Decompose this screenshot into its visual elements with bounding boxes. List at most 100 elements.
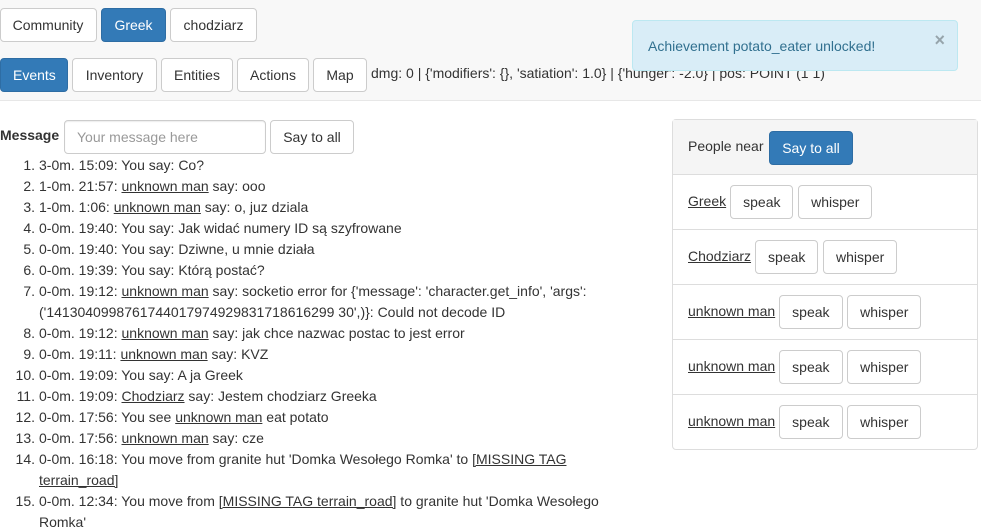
say-to-all-button[interactable]: Say to all [270, 120, 354, 154]
event-text: 0-0m. 16:18: You move from granite hut '… [39, 451, 473, 467]
event-number: 3. [23, 199, 35, 215]
whisper-button[interactable]: whisper [847, 405, 922, 439]
character-link[interactable]: unknown man [175, 409, 262, 425]
event-text: say: cze [208, 430, 264, 446]
whisper-button[interactable]: whisper [847, 350, 922, 384]
person-name-link[interactable]: unknown man [688, 413, 775, 429]
community-button[interactable]: Community [0, 8, 97, 42]
event-text: 1-0m. 1:06: [39, 199, 114, 215]
speak-button[interactable]: speak [755, 240, 819, 274]
achievement-alert: Achievement potato_eater unlocked! × [632, 20, 958, 71]
event-item: 6. 0-0m. 19:39: You say: Którą postać? [0, 260, 640, 281]
person-row: unknown man speak whisper [673, 285, 977, 340]
whisper-button[interactable]: whisper [823, 240, 898, 274]
event-text: ('1413040998761744017974929831718616299 … [39, 304, 506, 320]
character-link[interactable]: [MISSING TAG [472, 451, 566, 467]
people-list: Greek speak whisper Chodziarz speak whisper un… [673, 175, 977, 450]
event-text: say: socketio error for {'message': 'cha… [208, 283, 587, 299]
character-link[interactable]: unknown man [122, 325, 209, 341]
event-number: 11. [16, 388, 35, 404]
event-text: say: jak chce nazwac postac to jest erro… [208, 325, 465, 341]
people-near-title: People near [688, 138, 764, 154]
event-item: 9. 0-0m. 19:11: unknown man say: KVZ [0, 344, 640, 365]
event-item: 10. 0-0m. 19:09: You say: A ja Greek [0, 365, 640, 386]
event-text: eat potato [262, 409, 329, 425]
event-number: 6. [23, 262, 35, 278]
person-row: Greek speak whisper [673, 175, 977, 230]
event-text: Romka' [39, 514, 87, 529]
event-text: say: Jestem chodziarz Greeka [184, 388, 377, 404]
event-item: 11. 0-0m. 19:09: Chodziarz say: Jestem ch… [0, 386, 640, 407]
event-number: 10. [15, 367, 35, 383]
event-item: 4. 0-0m. 19:40: You say: Jak widać numery… [0, 218, 640, 239]
event-number: 15. [15, 493, 35, 509]
speak-button[interactable]: speak [779, 295, 843, 329]
whisper-button[interactable]: whisper [847, 295, 922, 329]
event-number: 12. [15, 409, 35, 425]
event-number: 9. [23, 346, 35, 362]
people-say-to-all-button[interactable]: Say to all [769, 131, 853, 165]
event-text: 0-0m. 19:39: You say: Którą postać? [39, 262, 265, 278]
event-item: 1. 3-0m. 15:09: You say: Co? [0, 155, 640, 176]
event-text: 1-0m. 21:57: [39, 178, 122, 194]
event-item: 5. 0-0m. 19:40: You say: Dziwne, u mnie d… [0, 239, 640, 260]
character-link[interactable]: terrain_road] [39, 472, 118, 488]
event-text: 0-0m. 17:56: You see [39, 409, 176, 425]
event-number: 4. [23, 220, 35, 236]
event-text: 0-0m. 19:09: You say: A ja Greek [39, 367, 243, 383]
character-link[interactable]: unknown man [122, 178, 209, 194]
tab-actions[interactable]: Actions [237, 58, 309, 92]
character-link[interactable]: unknown man [114, 199, 201, 215]
event-item: 14. 0-0m. 16:18: You move from granite hu… [0, 449, 640, 491]
event-text: 0-0m. 12:34: You move from [39, 493, 219, 509]
alert-text: Achievement potato_eater unlocked! [648, 38, 876, 54]
event-text: say: KVZ [207, 346, 269, 362]
character-link[interactable]: [MISSING TAG terrain_road] [219, 493, 397, 509]
person-name-link[interactable]: unknown man [688, 303, 775, 319]
speak-button[interactable]: speak [779, 405, 843, 439]
event-text: 0-0m. 19:09: [39, 388, 122, 404]
person-name-link[interactable]: Chodziarz [688, 248, 751, 264]
tab-events[interactable]: Events [0, 58, 68, 92]
tab-inventory[interactable]: Inventory [72, 58, 157, 92]
person-name-link[interactable]: unknown man [688, 358, 775, 374]
person-row: unknown man speak whisper [673, 340, 977, 395]
character-link[interactable]: Chodziarz [122, 388, 185, 404]
event-text: 0-0m. 17:56: [39, 430, 122, 446]
character-link[interactable]: unknown man [120, 346, 207, 362]
event-number: 13. [15, 430, 35, 446]
event-number: 1. [23, 157, 35, 173]
event-text: 0-0m. 19:12: [39, 283, 122, 299]
event-text: 0-0m. 19:11: [39, 346, 121, 362]
people-near-heading: People near Say to all [673, 120, 977, 175]
event-text: say: o, juz dziala [200, 199, 309, 215]
event-item: 7. 0-0m. 19:12: unknown man say: socketio… [0, 281, 640, 323]
speak-button[interactable]: speak [730, 185, 794, 219]
event-item: 2. 1-0m. 21:57: unknown man say: ooo [0, 176, 640, 197]
event-item: 3. 1-0m. 1:06: unknown man say: o, juz dz… [0, 197, 640, 218]
event-text: 0-0m. 19:40: You say: Jak widać numery I… [39, 220, 402, 236]
close-icon[interactable]: × [934, 30, 945, 51]
event-text: to granite hut 'Domka Wesołego [396, 493, 599, 509]
message-input[interactable] [64, 120, 266, 154]
person-row: unknown man speak whisper [673, 395, 977, 450]
greek-character-button[interactable]: Greek [101, 8, 166, 42]
character-link[interactable]: unknown man [122, 283, 209, 299]
chodziarz-character-button[interactable]: chodziarz [170, 8, 257, 42]
whisper-button[interactable]: whisper [798, 185, 873, 219]
event-text: 3-0m. 15:09: You say: Co? [39, 157, 204, 173]
event-number: 8. [23, 325, 35, 341]
event-item: 13. 0-0m. 17:56: unknown man say: cze [0, 428, 640, 449]
event-number: 5. [23, 241, 35, 257]
event-text: 0-0m. 19:40: You say: Dziwne, u mnie dzi… [39, 241, 315, 257]
event-number: 14. [15, 451, 35, 467]
event-number: 2. [23, 178, 35, 194]
tab-map[interactable]: Map [313, 58, 367, 92]
tab-entities[interactable]: Entities [161, 58, 233, 92]
message-label: Message [0, 127, 60, 143]
people-near-panel: People near Say to all Greek speak whisper… [672, 119, 978, 450]
character-link[interactable]: unknown man [122, 430, 209, 446]
speak-button[interactable]: speak [779, 350, 843, 384]
person-row: Chodziarz speak whisper [673, 230, 977, 285]
person-name-link[interactable]: Greek [688, 193, 726, 209]
